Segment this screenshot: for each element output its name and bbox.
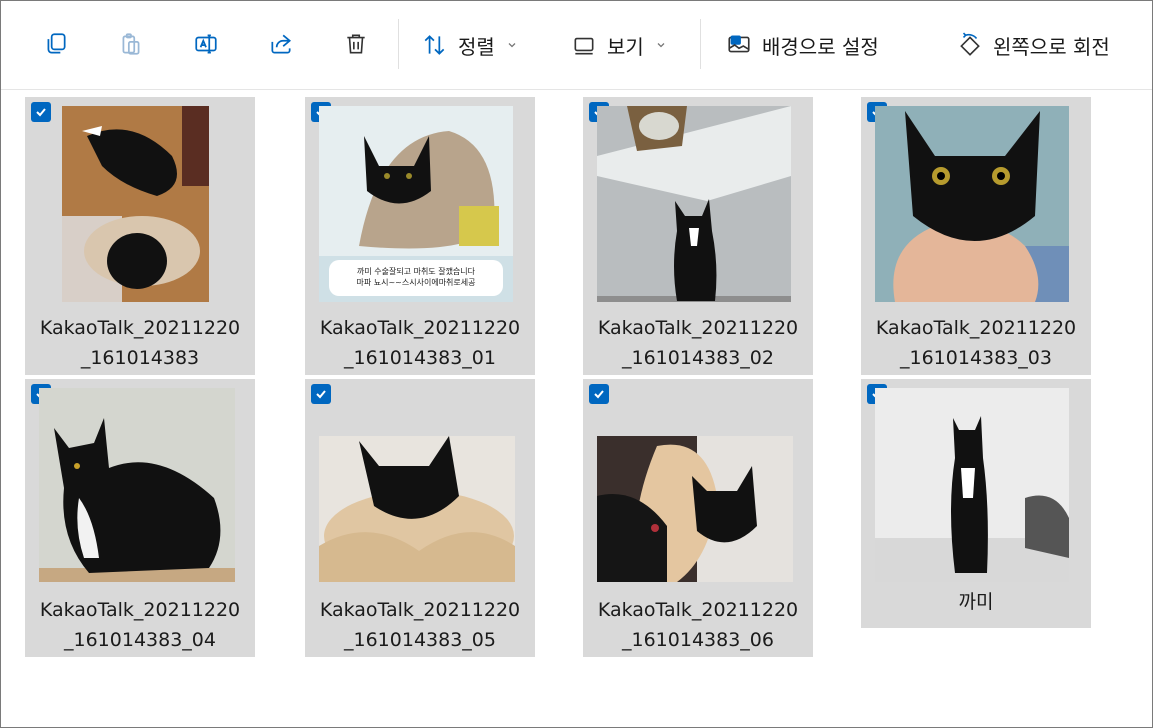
- file-item[interactable]: KakaoTalk_20211220 _161014383: [25, 97, 255, 375]
- rename-icon[interactable]: [190, 28, 222, 60]
- file-name: KakaoTalk_20211220: [39, 599, 241, 621]
- selection-checkbox[interactable]: [31, 102, 51, 122]
- photo-thumbnail: [62, 106, 209, 302]
- explorer-window: 정렬 보기 배경으로 설정 왼쪽으로 회전 KakaoTalk_20211220…: [0, 0, 1153, 728]
- toolbar-separator: [700, 19, 701, 69]
- file-name: 까미: [958, 591, 994, 613]
- checkmark-icon: [36, 108, 46, 117]
- trash-icon[interactable]: [340, 28, 372, 60]
- photo-caption: 까미 수술잘되고 마취도 잘깼습니다: [356, 267, 476, 276]
- sort-icon: [424, 35, 445, 55]
- file-name: KakaoTalk_20211220: [597, 599, 799, 621]
- file-item[interactable]: 까미: [861, 379, 1091, 628]
- rotate-left-button[interactable]: 왼쪽으로 회전: [957, 28, 1110, 62]
- sort-label: 정렬: [458, 34, 495, 59]
- chevron-down-icon: [657, 43, 665, 48]
- selection-checkbox[interactable]: [589, 384, 609, 404]
- file-name: _161014383_04: [64, 629, 216, 651]
- command-bar: 정렬 보기 배경으로 설정 왼쪽으로 회전: [1, 1, 1152, 90]
- share-icon[interactable]: [265, 28, 297, 60]
- file-name: _161014383_01: [344, 347, 496, 369]
- set-background-button[interactable]: 배경으로 설정: [726, 28, 879, 62]
- photo-caption: 마파 뇨시~~스시사이에마취로세공: [356, 278, 476, 287]
- file-item[interactable]: KakaoTalk_20211220 _161014383_02: [583, 97, 813, 375]
- photo-thumbnail: [597, 436, 793, 582]
- photo-thumbnail: [319, 436, 515, 582]
- photo-thumbnail: [875, 388, 1069, 582]
- file-name: _161014383_05: [344, 629, 496, 651]
- chevron-down-icon: [508, 43, 516, 48]
- file-name: _161014383_03: [900, 347, 1052, 369]
- set-background-icon: [728, 35, 750, 53]
- copy-icon[interactable]: [40, 28, 72, 60]
- rotate-left-label: 왼쪽으로 회전: [993, 34, 1110, 59]
- file-name: KakaoTalk_20211220: [319, 317, 521, 339]
- selection-checkbox[interactable]: [311, 384, 331, 404]
- photo-thumbnail: [875, 106, 1069, 302]
- file-item[interactable]: 까미 수술잘되고 마취도 잘깼습니다 마파 뇨시~~스시사이에마취로세공 Kak…: [305, 97, 535, 375]
- file-name: KakaoTalk_20211220: [597, 317, 799, 339]
- photo-thumbnail: 까미 수술잘되고 마취도 잘깼습니다 마파 뇨시~~스시사이에마취로세공: [319, 106, 513, 302]
- file-name: _161014383_02: [622, 347, 774, 369]
- file-name: KakaoTalk_20211220: [319, 599, 521, 621]
- sort-button[interactable]: 정렬: [422, 28, 517, 62]
- view-button[interactable]: 보기: [571, 28, 666, 62]
- file-name: _161014383: [80, 347, 200, 369]
- photo-thumbnail: [597, 106, 791, 302]
- file-name: _161014383_06: [622, 629, 774, 651]
- checkmark-icon: [316, 390, 326, 399]
- file-name: KakaoTalk_20211220: [875, 317, 1077, 339]
- file-item[interactable]: KakaoTalk_20211220 _161014383_05: [305, 379, 535, 657]
- paste-icon[interactable]: [115, 28, 147, 60]
- file-item[interactable]: KakaoTalk_20211220 _161014383_04: [25, 379, 255, 657]
- set-background-label: 배경으로 설정: [762, 34, 879, 59]
- file-name: KakaoTalk_20211220: [39, 317, 241, 339]
- rotate-left-icon: [960, 32, 980, 56]
- view-icon: [574, 37, 594, 55]
- view-label: 보기: [607, 34, 644, 59]
- file-item[interactable]: KakaoTalk_20211220 _161014383_06: [583, 379, 813, 657]
- checkmark-icon: [594, 390, 604, 399]
- photo-thumbnail: [39, 388, 235, 582]
- file-item[interactable]: KakaoTalk_20211220 _161014383_03: [861, 97, 1091, 375]
- toolbar-separator: [398, 19, 399, 69]
